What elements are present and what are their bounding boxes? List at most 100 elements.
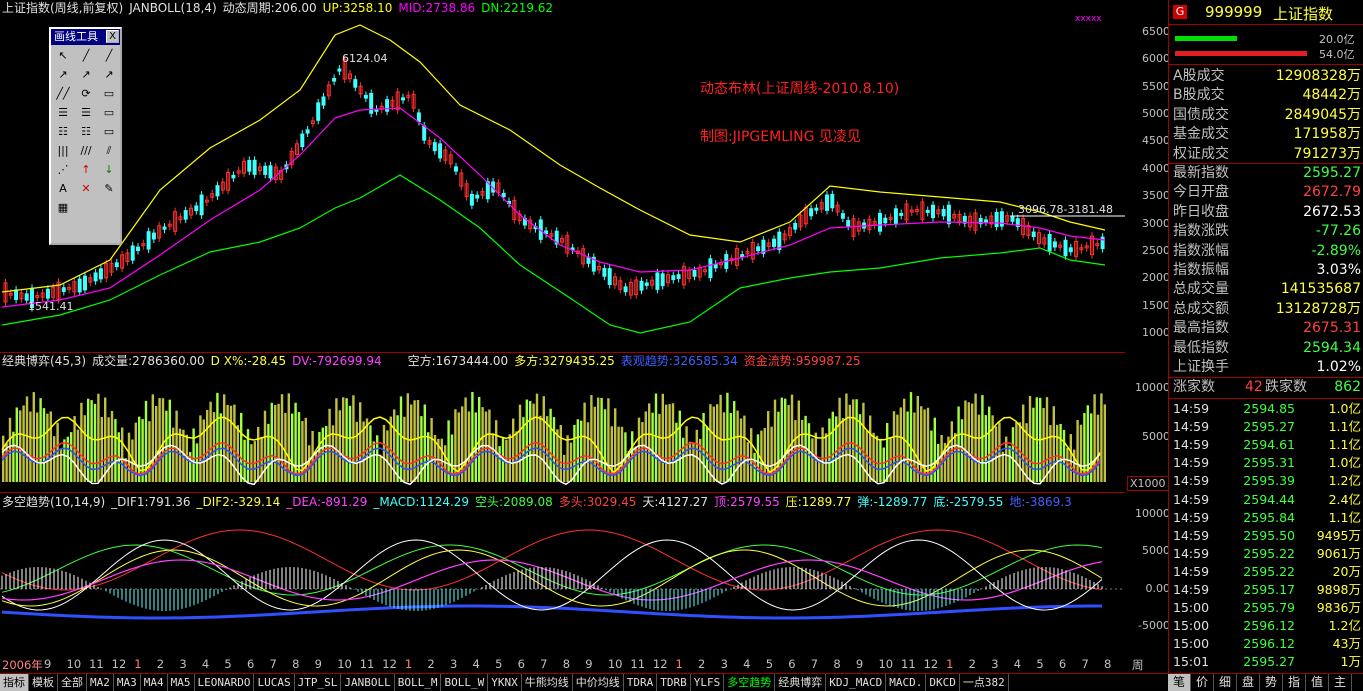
stat-row: 最高指数 2675.31 (1173, 319, 1361, 338)
toolbox-tool-button[interactable]: ✎ (98, 180, 120, 198)
indicator-tab[interactable]: MA4 (141, 674, 168, 691)
tick-time: 14:59 (1173, 401, 1210, 416)
volume-bar (651, 412, 654, 482)
toolbox-tool-button[interactable]: ⫽ (98, 142, 120, 160)
indicator-tab[interactable]: KDJ_MACD (826, 674, 887, 691)
toolbox-tool-button[interactable]: ||| (52, 142, 74, 160)
indicator-tab[interactable]: LUCAS (254, 674, 295, 691)
candle-body (83, 275, 87, 291)
side-tab[interactable]: 指 (1283, 674, 1306, 691)
candle-body (300, 133, 305, 148)
toolbox-tool-button[interactable]: ↑ (75, 161, 97, 179)
toolbox-tool-button[interactable]: ▭ (98, 123, 120, 141)
low-macd: _MACD:1124.29 (373, 495, 470, 509)
indicator-tab[interactable]: 全部 (58, 674, 87, 691)
candle-body (607, 268, 612, 285)
toolbox-tool-button[interactable]: ╱ (98, 47, 120, 65)
toolbox-tool-button[interactable]: ⟳ (75, 85, 97, 103)
side-tab[interactable]: 势 (1260, 674, 1283, 691)
kline-chart-svg[interactable] (0, 0, 1168, 673)
toolbox-tool-button[interactable]: ↓ (98, 161, 120, 179)
indicator-tab[interactable]: BOLL_M (395, 674, 442, 691)
stat-label: 最高指数 (1173, 320, 1229, 337)
volume-bar (811, 438, 814, 482)
side-tab[interactable]: 笔 (1168, 674, 1191, 691)
chart-area[interactable]: 上证指数(周线,前复权) JANBOLL(18,4) 动态周期:206.00 UP:3… (0, 0, 1170, 688)
mid-title: 经典博弈(45,3) (2, 354, 87, 368)
volume-bar (967, 402, 970, 482)
toolbox-tool-button[interactable]: ▭ (98, 85, 120, 103)
side-tab[interactable]: 细 (1214, 674, 1237, 691)
indicator-tab[interactable]: 中价均线 (573, 674, 624, 691)
candle-body (1052, 241, 1057, 248)
toolbox-tool-button[interactable]: ✕ (75, 180, 97, 198)
volume-bar (1069, 434, 1072, 482)
tick-price: 2594.44 (1243, 491, 1295, 507)
indicator-tab[interactable]: MA3 (114, 674, 141, 691)
toolbox-grid: ↖ ╱ ╱ ↗ ↗ ↗ ╱╱ ⟳ ▭ ☰ ☰ ▭ ☷ ☷ ▭ |||///⫽ ⋰ ↑ ↓ A ✕ ✎ ▦ (51, 45, 120, 219)
toolbox-tool-button[interactable]: ▭ (98, 104, 120, 122)
drawing-toolbox[interactable]: 画线工具 X ↖ ╱ ╱ ↗ ↗ ↗ ╱╱ ⟳ ▭ ☰ ☰ ▭ ☷ ☷ ▭ |||///⫽ ⋰ ↑ ↓ A ✕ ✎ ▦ (49, 27, 122, 245)
indicator-tab[interactable]: TDRA (624, 674, 658, 691)
toolbox-tool-button[interactable]: ☰ (52, 104, 74, 122)
candle-body (772, 238, 776, 247)
mid-unit: X1000 (1127, 476, 1169, 491)
toolbox-tool-button[interactable]: ╱ (75, 47, 97, 65)
indicator-tab[interactable]: MACD. (886, 674, 927, 691)
toolbox-titlebar[interactable]: 画线工具 X (51, 29, 120, 45)
candle-body (385, 99, 390, 112)
indicator-tab[interactable]: 模板 (29, 674, 58, 691)
toolbox-tool-button[interactable]: ☰ (75, 104, 97, 122)
low-dif2: _DIF2:-329.14 (196, 495, 281, 509)
tick-row: 15:00 2596.12 43万 (1173, 635, 1361, 654)
indicator-tab[interactable]: MA2 (87, 674, 114, 691)
indicator-tab[interactable]: YLFS (691, 674, 725, 691)
toolbox-tool-button[interactable]: ↗ (98, 66, 120, 84)
toolbox-tool-button[interactable]: ☷ (75, 123, 97, 141)
side-tab[interactable]: 盘 (1237, 674, 1260, 691)
toolbox-tool-button[interactable]: A (52, 180, 74, 198)
candle-body (98, 268, 103, 280)
toolbox-tool-button[interactable]: ▦ (52, 199, 74, 217)
candle-body (931, 204, 935, 219)
indicator-tab[interactable]: 指标 (0, 674, 29, 691)
indicator-tab[interactable]: 经典博弈 (775, 674, 827, 691)
indicator-tab[interactable]: 一点382 (960, 674, 1009, 691)
tick-time: 14:59 (1173, 419, 1210, 435)
toolbox-tool-button[interactable]: ↗ (75, 66, 97, 84)
indicator-tab[interactable]: MA5 (168, 674, 195, 691)
x-month-label: 6 (788, 657, 796, 671)
indicator-tab[interactable]: YKNX (488, 674, 522, 691)
side-tab[interactable]: 主 (1329, 674, 1352, 691)
toolbox-tool-button[interactable]: ↗ (52, 66, 74, 84)
indicator-tab[interactable]: LEONARDO (195, 674, 255, 691)
side-tab[interactable]: 价 (1191, 674, 1214, 691)
indicator-tab[interactable]: DKCD (926, 674, 960, 691)
tick-price: 2595.22 (1243, 545, 1295, 561)
volume-bar (32, 392, 35, 482)
indicator-tab[interactable]: BOLL_W (441, 674, 489, 691)
toolbox-tool-button[interactable]: ╱╱ (52, 85, 74, 103)
candle-body (353, 79, 358, 88)
main-y-tick: 2500 (1142, 243, 1170, 257)
indicator-tab[interactable]: 多空趋势 (724, 674, 776, 691)
toolbox-close-button[interactable]: X (106, 30, 119, 43)
indicator-tab[interactable]: 牛熊均线 (522, 674, 573, 691)
volume-bar (716, 404, 719, 482)
toolbox-tool-button[interactable]: ☷ (52, 123, 74, 141)
volume-bar (535, 393, 539, 482)
candle-body (655, 272, 660, 290)
toolbox-tool-button[interactable]: ⋰ (52, 161, 74, 179)
tick-time: 14:59 (1173, 563, 1210, 579)
volume-bar (750, 428, 753, 482)
side-tab[interactable]: 值 (1306, 674, 1329, 691)
toolbox-tool-button[interactable]: ↖ (52, 47, 74, 65)
tick-volume: 1万 (1340, 654, 1361, 670)
toolbox-tool-button[interactable]: /// (75, 142, 97, 160)
volume-bar (678, 410, 681, 482)
indicator-tab[interactable]: TDRB (657, 674, 691, 691)
volume-bar (386, 430, 389, 482)
indicator-tab[interactable]: JANBOLL (341, 674, 395, 691)
tick-price: 2595.39 (1243, 473, 1295, 489)
indicator-tab[interactable]: JTP_SL (295, 674, 342, 691)
